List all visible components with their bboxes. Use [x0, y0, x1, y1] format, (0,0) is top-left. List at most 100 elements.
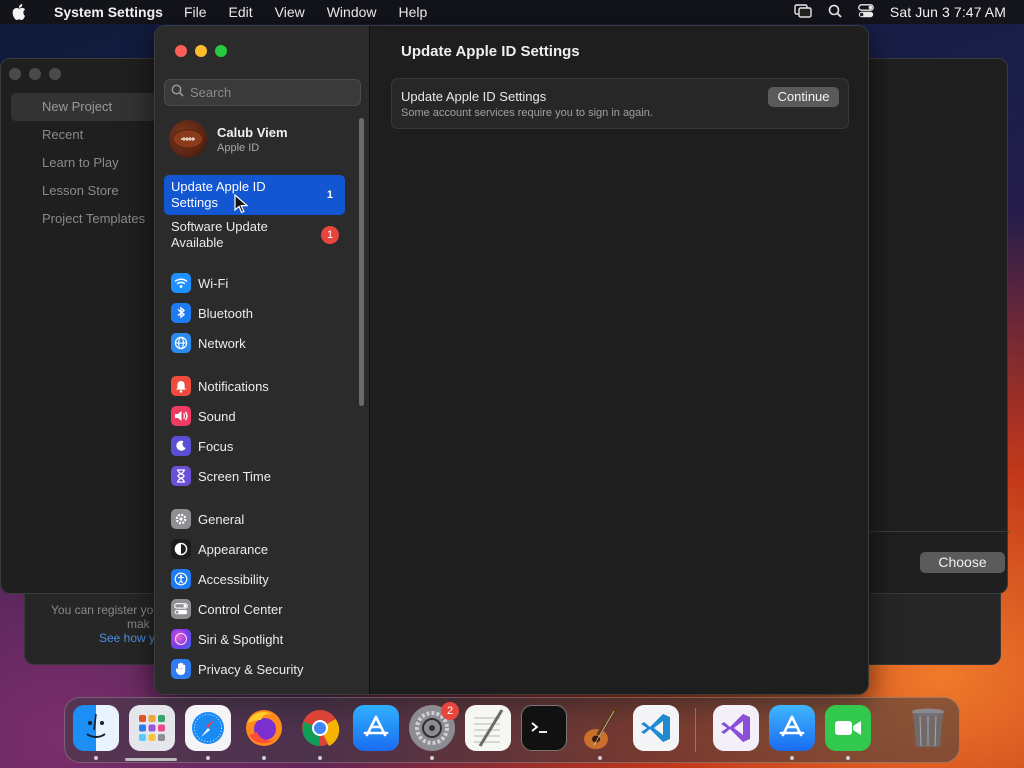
sidebar-item-software-update[interactable]: Software Update Available 1 [164, 215, 345, 255]
sidebar-scrollbar[interactable] [357, 118, 365, 408]
system-settings-badge: 2 [441, 702, 459, 720]
sidebar-item-bluetooth[interactable]: Bluetooth [164, 299, 354, 327]
launchpad-icon[interactable] [129, 705, 175, 751]
continue-button[interactable]: Continue [768, 87, 839, 107]
account-subtitle: Apple ID [217, 141, 260, 154]
bg-footer-link[interactable]: See how y [51, 631, 155, 645]
sidebar-item-label: General [198, 511, 245, 527]
sidebar-item-label: Accessibility [198, 571, 269, 587]
bg-item-new-project[interactable]: New Project [11, 93, 161, 121]
close-button[interactable] [175, 45, 187, 57]
sidebar-item-network[interactable]: Network [164, 329, 354, 357]
bg-zoom-button[interactable] [49, 68, 61, 80]
bg-minimize-button[interactable] [29, 68, 41, 80]
menu-bar: System Settings File Edit View Window He… [0, 0, 1024, 24]
bg-footer-text: You can register yo mak See how y [51, 603, 155, 645]
sidebar-item-appearance[interactable]: Appearance [164, 535, 354, 563]
search-field[interactable] [164, 79, 361, 106]
sidebar-item-sound[interactable]: Sound [164, 402, 354, 430]
system-settings-window: Calub Viem Apple ID Update Apple ID Sett… [154, 25, 869, 695]
sidebar-item-wifi[interactable]: Wi-Fi [164, 269, 354, 297]
sidebar-item-label: Sound [198, 408, 236, 424]
menu-help[interactable]: Help [388, 4, 439, 20]
bg-close-button[interactable] [9, 68, 21, 80]
bg-item-lesson-store[interactable]: Lesson Store [11, 177, 161, 205]
card-description: Some account services require you to sig… [401, 107, 653, 119]
trash-icon[interactable] [905, 705, 951, 751]
sidebar-item-label: Focus [198, 438, 234, 454]
spotlight-search-icon[interactable] [828, 4, 842, 21]
garageband-icon[interactable] [577, 705, 623, 751]
zoom-button[interactable] [215, 45, 227, 57]
bg-footer-line2: mak [127, 617, 150, 631]
apple-id-account[interactable]: Calub Viem Apple ID [169, 120, 288, 158]
alert-badge: 1 [321, 226, 339, 244]
sidebar-item-update-apple-id[interactable]: Update Apple ID Settings 1 [164, 175, 345, 215]
sidebar-item-screen-time[interactable]: Screen Time [164, 462, 354, 490]
menu-view[interactable]: View [264, 4, 316, 20]
sidebar-item-label: Screen Time [198, 468, 271, 484]
facetime-running-indicator [846, 756, 850, 760]
sidebar-item-siri-spotlight[interactable]: Siri & Spotlight [164, 625, 354, 653]
firefox-icon[interactable] [241, 705, 287, 751]
textedit-icon[interactable] [465, 705, 511, 751]
sidebar-item-label: Appearance [198, 541, 269, 557]
wifi-icon [171, 273, 191, 293]
sidebar-item-focus[interactable]: Focus [164, 432, 354, 460]
vscode-icon[interactable] [633, 705, 679, 751]
update-apple-id-card: Update Apple ID Settings Some account se… [391, 78, 849, 129]
accessibility-icon [171, 569, 191, 589]
menu-window[interactable]: Window [316, 4, 388, 20]
sidebar-scrollbar-thumb[interactable] [359, 118, 364, 406]
football-icon [172, 129, 204, 149]
dock: 2 [64, 697, 960, 763]
sidebar-item-control-center[interactable]: Control Center [164, 595, 354, 623]
chrome-icon[interactable] [297, 705, 343, 751]
terminal-icon[interactable] [521, 705, 567, 751]
sidebar-item-label: Network [198, 335, 246, 351]
facetime-icon[interactable] [825, 705, 871, 751]
visual-studio-icon[interactable] [713, 705, 759, 751]
menu-clock[interactable]: Sat Jun 3 7:47 AM [890, 4, 1006, 20]
sidebar-item-label: Control Center [198, 601, 283, 617]
safari-running-indicator [206, 756, 210, 760]
xcode-app-store-icon[interactable] [769, 705, 815, 751]
finder-icon[interactable] [73, 705, 119, 751]
control-center-icon [171, 599, 191, 619]
choose-button[interactable]: Choose [920, 552, 1005, 573]
account-info: Calub Viem Apple ID [217, 125, 288, 154]
sidebar-item-accessibility[interactable]: Accessibility [164, 565, 354, 593]
screen-mirroring-icon[interactable] [794, 3, 812, 21]
bg-item-project-templates[interactable]: Project Templates [11, 205, 161, 233]
bg-footer-line1: You can register yo [51, 603, 154, 617]
moon-icon [171, 436, 191, 456]
avatar [169, 120, 207, 158]
menu-app-name[interactable]: System Settings [38, 4, 163, 20]
bg-item-recent[interactable]: Recent [11, 121, 161, 149]
hand-icon [171, 659, 191, 679]
minimize-button[interactable] [195, 45, 207, 57]
siri-icon [171, 629, 191, 649]
sidebar-item-label: Wi-Fi [198, 275, 229, 291]
system-settings-running-indicator [430, 756, 434, 760]
sidebar-item-privacy-security[interactable]: Privacy & Security [164, 655, 354, 683]
menu-edit[interactable]: Edit [218, 4, 264, 20]
search-input[interactable] [190, 85, 350, 100]
safari-icon[interactable] [185, 705, 231, 751]
control-center-menu-icon[interactable] [858, 3, 874, 21]
dock-indicator-bar [125, 758, 177, 761]
settings-sidebar: Calub Viem Apple ID Update Apple ID Sett… [155, 26, 370, 694]
sidebar-item-general[interactable]: General [164, 505, 354, 533]
sidebar-item-notifications[interactable]: Notifications [164, 372, 354, 400]
xcode-running-indicator [790, 756, 794, 760]
app-store-icon[interactable] [353, 705, 399, 751]
apple-menu-icon[interactable] [0, 4, 38, 20]
firefox-running-indicator [262, 756, 266, 760]
speaker-icon [171, 406, 191, 426]
bg-window-controls [9, 68, 61, 80]
menu-file[interactable]: File [163, 4, 218, 20]
dock-separator [695, 708, 696, 752]
page-title: Update Apple ID Settings [401, 43, 580, 60]
appearance-icon [171, 539, 191, 559]
bg-item-learn-to-play[interactable]: Learn to Play [11, 149, 161, 177]
